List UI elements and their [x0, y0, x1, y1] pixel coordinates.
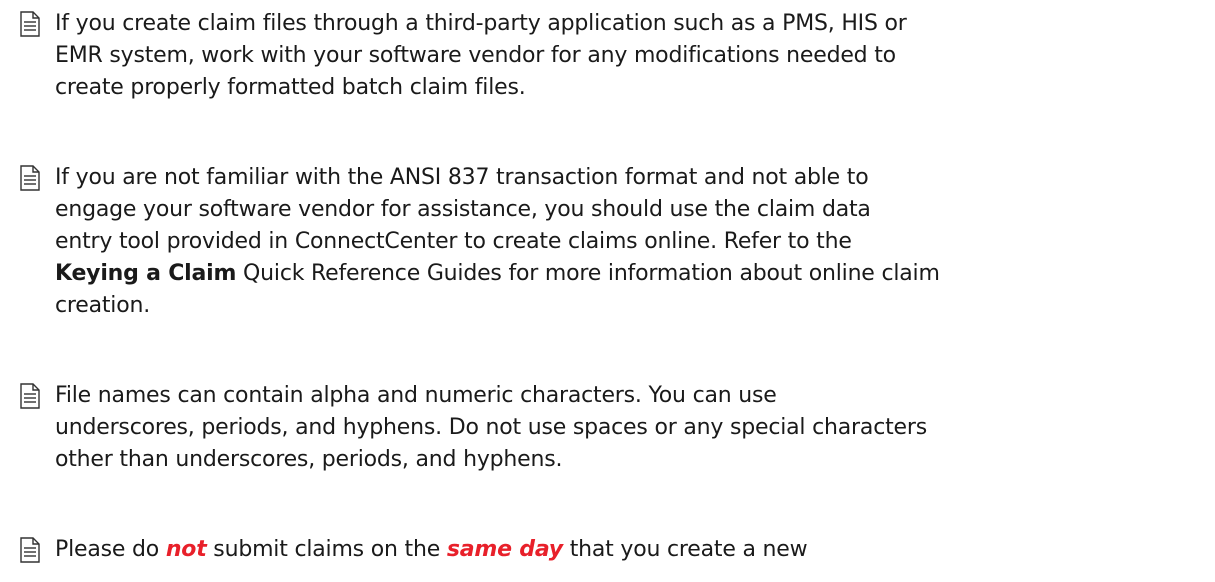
bullet-text: If you are not familiar with the ANSI 83… — [55, 162, 1215, 322]
text-line: Please do not submit claims on the same … — [55, 537, 808, 562]
text-line: creation. — [55, 293, 151, 318]
text-line: create properly formatted batch claim fi… — [55, 75, 526, 100]
text-line: If you create claim files through a thir… — [55, 11, 907, 36]
document-page: If you create claim files through a thir… — [0, 0, 1215, 582]
text-line: EMR system, work with your software vend… — [55, 43, 896, 68]
text-line: underscores, periods, and hyphens. Do no… — [55, 415, 927, 440]
guide-title-bold: Keying a Claim — [55, 261, 237, 286]
document-note-icon — [20, 383, 40, 409]
bullet-text: File names can contain alpha and numeric… — [55, 380, 1215, 476]
text-line: entry tool provided in ConnectCenter to … — [55, 229, 852, 254]
text-line: engage your software vendor for assistan… — [55, 197, 871, 222]
emphasis-not: not — [165, 537, 207, 562]
document-note-icon — [20, 537, 40, 563]
text-line: File names can contain alpha and numeric… — [55, 383, 777, 408]
bullet-text: Please do not submit claims on the same … — [55, 534, 1215, 566]
text-line: If you are not familiar with the ANSI 83… — [55, 165, 869, 190]
bullet-text: If you create claim files through a thir… — [55, 8, 1215, 104]
document-note-icon — [20, 165, 40, 191]
text-line: other than underscores, periods, and hyp… — [55, 447, 563, 472]
text-line: Keying a Claim Quick Reference Guides fo… — [55, 261, 940, 286]
emphasis-same-day: same day — [446, 537, 563, 562]
document-note-icon — [20, 11, 40, 37]
